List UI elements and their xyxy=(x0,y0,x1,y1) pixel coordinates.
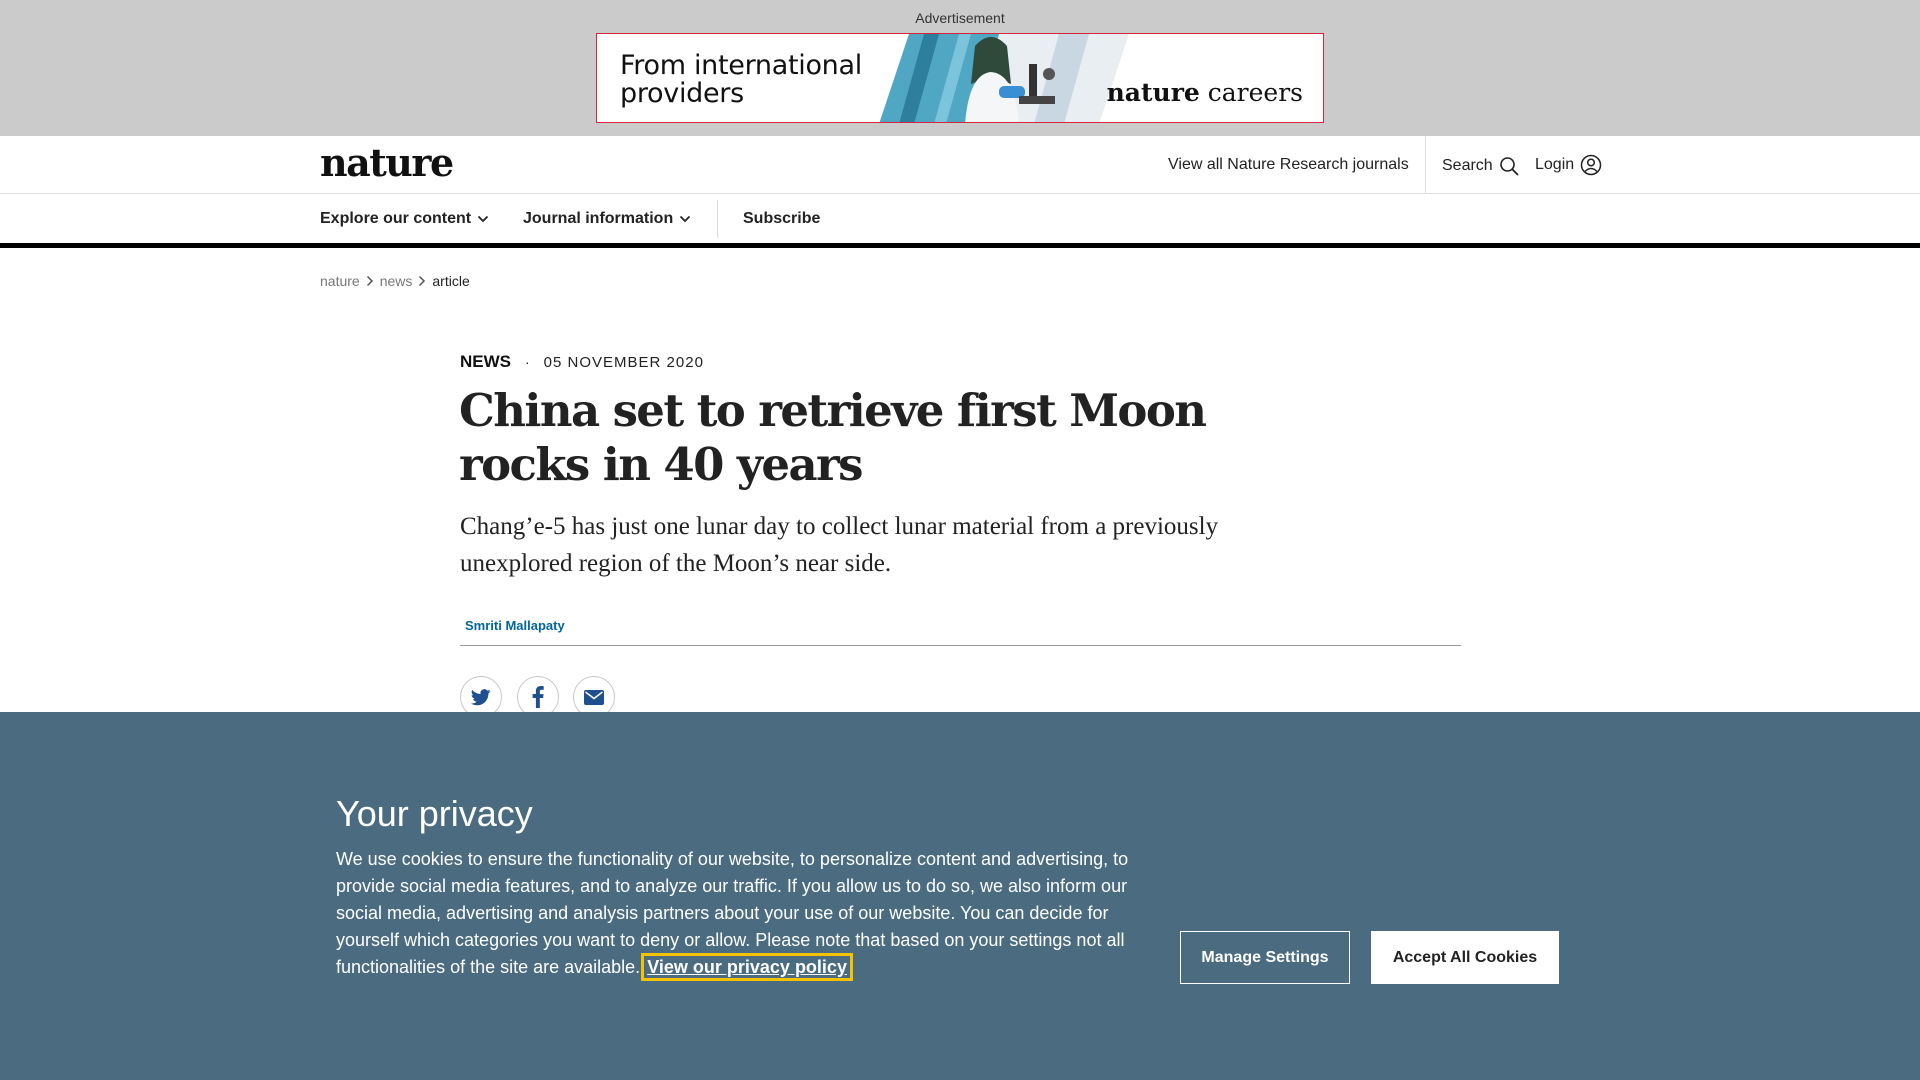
nav-subscribe-label: Subscribe xyxy=(743,210,821,227)
ad-brand-logo: nature careers xyxy=(1107,78,1303,107)
ad-headline: From international providers xyxy=(620,52,862,108)
article-standfirst: Chang’e-5 has just one lunar day to coll… xyxy=(460,513,1219,577)
nav-explore-our-content[interactable]: Explore our content xyxy=(320,210,489,228)
chevron-down-icon xyxy=(477,215,489,223)
email-icon xyxy=(584,689,604,705)
nav-explore-label: Explore our content xyxy=(320,210,472,227)
chevron-right-icon xyxy=(366,275,373,287)
nav-journal-info-label: Journal information xyxy=(523,210,674,227)
ad-brand-bold: nature xyxy=(1106,78,1200,107)
breadcrumb-nature[interactable]: nature xyxy=(320,273,360,289)
login-label: Login xyxy=(1535,156,1575,173)
article-type: NEWS xyxy=(460,352,511,371)
nav-journal-information[interactable]: Journal information xyxy=(523,210,691,228)
cookie-consent-banner: Your privacy We use cookies to ensure th… xyxy=(0,712,1920,1080)
author-link[interactable]: Smriti Mallapaty xyxy=(465,618,565,633)
advertisement-label: Advertisement xyxy=(915,10,1005,26)
breadcrumb: nature news article xyxy=(320,273,470,289)
ad-headline-line1: From international xyxy=(620,50,862,81)
chevron-down-icon xyxy=(680,215,691,223)
ad-banner[interactable]: From international providers nature care… xyxy=(596,33,1324,123)
search-label: Search xyxy=(1442,157,1493,174)
manage-settings-button[interactable]: Manage Settings xyxy=(1180,931,1350,984)
author-divider xyxy=(460,645,1461,646)
article-meta: NEWS · 05 NOVEMBER 2020 xyxy=(460,352,704,372)
ad-brand-light: careers xyxy=(1199,78,1303,107)
breadcrumb-article: article xyxy=(432,273,470,289)
nav-divider xyxy=(717,200,718,238)
ad-photo-scientist xyxy=(879,34,1129,122)
nav-subscribe[interactable]: Subscribe xyxy=(743,210,820,228)
site-header: nature View all Nature Research journals… xyxy=(0,136,1920,194)
search-button[interactable]: Search xyxy=(1442,156,1519,176)
meta-separator: · xyxy=(525,354,530,370)
facebook-icon xyxy=(532,686,544,708)
cookie-title: Your privacy xyxy=(336,793,533,834)
view-all-journals-link[interactable]: View all Nature Research journals xyxy=(1168,156,1409,174)
user-icon xyxy=(1580,154,1602,176)
nature-logo[interactable]: nature xyxy=(320,140,454,185)
ad-headline-line2: providers xyxy=(620,78,744,109)
twitter-icon xyxy=(471,688,491,705)
advertisement-band: Advertisement From international provide… xyxy=(0,0,1920,136)
article-date: 05 NOVEMBER 2020 xyxy=(543,353,704,371)
main-navigation: Explore our content Journal information … xyxy=(0,194,1920,248)
article-title: China set to retrieve first Moon rocks i… xyxy=(459,384,1207,491)
chevron-right-icon xyxy=(419,275,426,287)
header-divider xyxy=(1425,136,1426,193)
search-icon xyxy=(1499,157,1519,176)
login-button[interactable]: Login xyxy=(1535,154,1602,176)
cookie-description: We use cookies to ensure the functionali… xyxy=(336,846,1136,981)
accept-all-cookies-button[interactable]: Accept All Cookies xyxy=(1371,931,1559,984)
breadcrumb-news[interactable]: news xyxy=(380,273,413,289)
privacy-policy-link[interactable]: View our privacy policy xyxy=(641,953,853,981)
